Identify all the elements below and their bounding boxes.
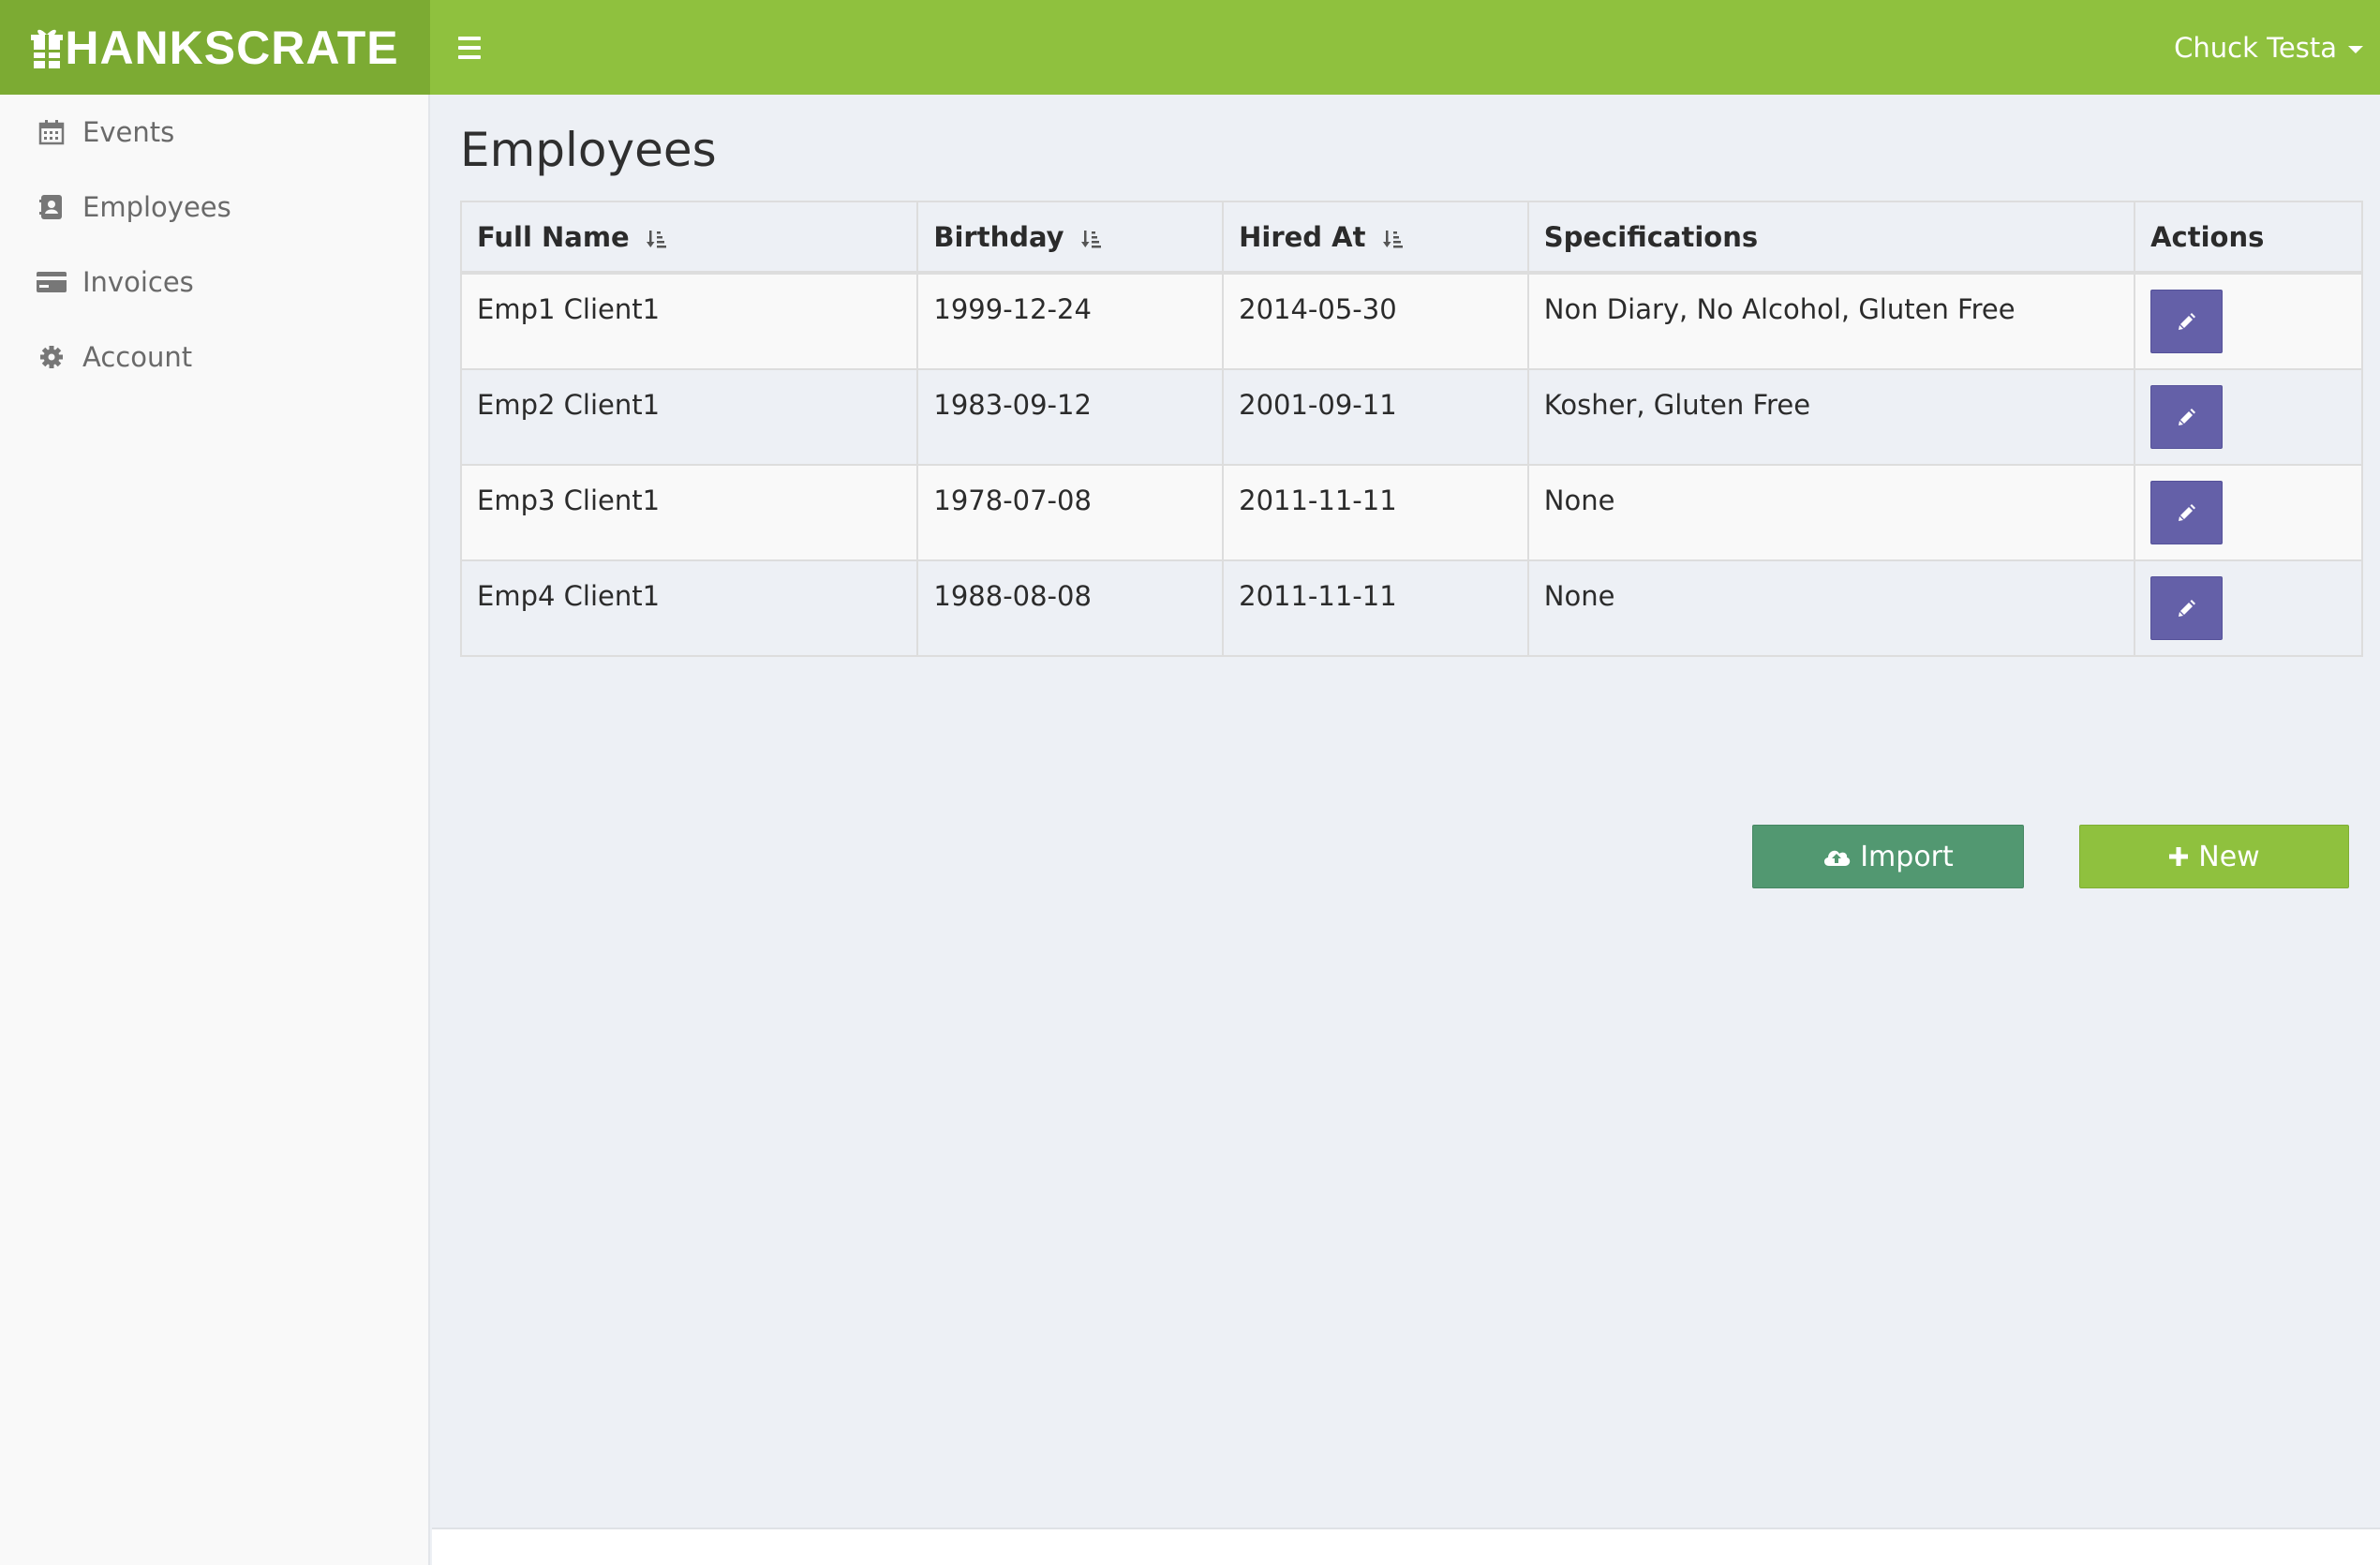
edit-button[interactable] [2150, 290, 2224, 353]
import-label: Import [1860, 840, 1954, 873]
cell-specifications: None [1526, 464, 2136, 561]
cell-hired-at: 2011-11-11 [1222, 559, 1529, 657]
cell-birthday: 1999-12-24 [916, 272, 1225, 370]
table-header-row: Full Name Birthday Hired At Specificatio… [459, 201, 2363, 275]
plus-icon [2168, 846, 2189, 867]
cell-actions [2134, 464, 2363, 561]
cell-full-name: Emp3 Client1 [459, 464, 919, 561]
sidebar-item-label: Account [82, 341, 193, 373]
cell-birthday: 1983-09-12 [916, 368, 1225, 466]
calendar-icon [36, 116, 67, 148]
sidebar-toggle-button[interactable] [458, 29, 496, 67]
sidebar-item-label: Events [82, 116, 175, 148]
new-employee-button[interactable]: New [2079, 825, 2349, 888]
sidebar-item-account[interactable]: Account [0, 320, 428, 395]
cell-full-name: Emp2 Client1 [459, 368, 919, 466]
column-header-full-name[interactable]: Full Name [459, 201, 919, 275]
cell-birthday: 1988-08-08 [916, 559, 1225, 657]
gear-icon [36, 341, 67, 373]
main-content: Employees Full Name Birthday Hired At Sp… [432, 95, 2380, 1565]
cell-actions [2134, 368, 2363, 466]
cell-birthday: 1978-07-08 [916, 464, 1225, 561]
table-row: Emp2 Client1 1983-09-12 2001-09-11 Koshe… [459, 368, 2363, 466]
cell-specifications: None [1526, 559, 2136, 657]
cloud-upload-icon [1822, 846, 1851, 867]
edit-button[interactable] [2150, 576, 2224, 640]
cell-hired-at: 2001-09-11 [1222, 368, 1529, 466]
credit-card-icon [36, 266, 67, 298]
sidebar-item-employees[interactable]: Employees [0, 170, 428, 245]
cell-actions [2134, 272, 2363, 370]
table-row: Emp4 Client1 1988-08-08 2011-11-11 None [459, 559, 2363, 657]
sidebar-item-label: Invoices [82, 266, 194, 298]
employees-table: Full Name Birthday Hired At Specificatio… [459, 201, 2363, 657]
sidebar-item-events[interactable]: Events [0, 95, 428, 170]
pencil-icon [2178, 600, 2195, 617]
new-label: New [2198, 840, 2260, 873]
caret-down-icon [2348, 45, 2363, 53]
cell-full-name: Emp4 Client1 [459, 559, 919, 657]
footer [432, 1528, 2380, 1565]
column-header-actions: Actions [2134, 201, 2363, 275]
column-header-hired-at[interactable]: Hired At [1222, 201, 1529, 275]
brand-name: HANKSCRATE [65, 21, 399, 74]
column-header-birthday[interactable]: Birthday [916, 201, 1225, 275]
pencil-icon [2178, 409, 2195, 425]
cell-hired-at: 2014-05-30 [1222, 272, 1529, 370]
cell-hired-at: 2011-11-11 [1222, 464, 1529, 561]
cell-specifications: Non Diary, No Alcohol, Gluten Free [1526, 272, 2136, 370]
cell-actions [2134, 559, 2363, 657]
pencil-icon [2178, 313, 2195, 330]
gift-icon [31, 29, 64, 68]
cell-specifications: Kosher, Gluten Free [1526, 368, 2136, 466]
edit-button[interactable] [2150, 481, 2224, 544]
user-name: Chuck Testa [2174, 31, 2337, 64]
sort-asc-icon [1080, 230, 1101, 247]
pencil-icon [2178, 504, 2195, 521]
table-row: Emp1 Client1 1999-12-24 2014-05-30 Non D… [459, 272, 2363, 370]
sidebar-item-invoices[interactable]: Invoices [0, 245, 428, 320]
sidebar-item-label: Employees [82, 191, 231, 223]
edit-button[interactable] [2150, 385, 2224, 449]
sidebar: Events Employees Invoices Account [0, 95, 430, 1565]
contact-book-icon [36, 191, 67, 223]
column-header-specifications: Specifications [1526, 201, 2136, 275]
brand-logo[interactable]: HANKSCRATE [0, 0, 430, 95]
page-title: Employees [460, 123, 717, 177]
top-navbar: HANKSCRATE Chuck Testa [0, 0, 2380, 95]
user-menu-dropdown[interactable]: Chuck Testa [2174, 0, 2363, 95]
cell-full-name: Emp1 Client1 [459, 272, 919, 370]
sort-asc-icon [1382, 230, 1403, 247]
import-button[interactable]: Import [1752, 825, 2024, 888]
sort-asc-icon [646, 230, 666, 247]
table-row: Emp3 Client1 1978-07-08 2011-11-11 None [459, 464, 2363, 561]
